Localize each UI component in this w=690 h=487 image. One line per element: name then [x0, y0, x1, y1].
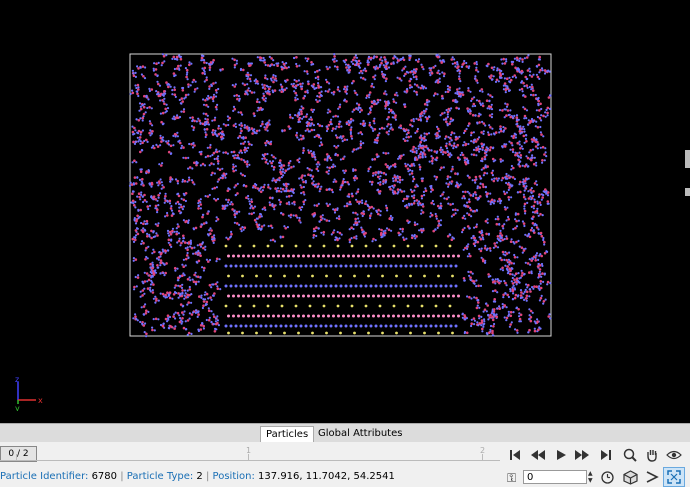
water-molecules — [128, 53, 552, 338]
pick-arrow-icon — [646, 471, 659, 483]
viewport-edge-marker-2 — [685, 188, 690, 196]
3d-viewport[interactable]: z x y — [0, 0, 690, 423]
timeline-tick-1 — [248, 454, 249, 461]
tab-particles[interactable]: Particles — [260, 426, 315, 442]
eye-orbit-icon — [666, 450, 682, 460]
previous-frame-button[interactable] — [528, 446, 548, 464]
status-separator: | — [120, 471, 124, 482]
play-button[interactable] — [551, 446, 571, 464]
pick-mode-button[interactable] — [642, 468, 662, 486]
current-frame-spinner[interactable]: 0 — [523, 470, 587, 484]
timeline-slider[interactable] — [0, 460, 500, 461]
tab-global-attributes[interactable]: Global Attributes — [313, 426, 407, 441]
next-frame-icon — [575, 450, 589, 460]
zoom-fit-icon — [667, 470, 681, 484]
play-icon — [557, 450, 566, 460]
axis-x-label: x — [38, 396, 43, 405]
position-label: Position: — [212, 471, 255, 482]
status-separator: | — [205, 471, 210, 482]
view-cube-icon — [622, 469, 638, 485]
particle-type-label: Particle Type: — [126, 471, 194, 482]
timeline-tick-0 — [16, 454, 17, 461]
jump-to-end-icon — [601, 450, 611, 460]
jump-to-start-icon — [510, 450, 520, 460]
axis-z-label: z — [15, 376, 19, 384]
view-type-button[interactable] — [620, 468, 640, 486]
crystal-slab — [224, 244, 460, 335]
position-value: 137.916, 11.7042, 54.2541 — [258, 471, 395, 482]
particle-identifier-label: Particle Identifier: — [0, 471, 89, 482]
particle-type-value: 2 — [196, 471, 203, 482]
timeline-label-2: 2 — [480, 446, 486, 455]
particle-identifier-value: 6780 — [91, 471, 118, 482]
clock-icon — [600, 470, 614, 484]
animation-panel: 0 / 2 1 2 Particle Identifier: 6780 | Pa… — [0, 442, 690, 487]
key-icon[interactable]: ⚿ — [507, 471, 516, 486]
zoom-to-fit-button[interactable] — [663, 467, 685, 487]
data-inspector-tabbar: Particles Global Attributes — [0, 423, 690, 442]
particle-scene — [128, 53, 552, 338]
viewport-edge-marker — [685, 150, 690, 168]
pan-button[interactable] — [642, 446, 662, 464]
orbit-button[interactable] — [664, 446, 684, 464]
spinner-arrows[interactable]: ▲ ▼ — [588, 470, 597, 484]
timeline-tick-2 — [482, 454, 483, 461]
pan-hand-icon — [647, 450, 657, 462]
status-bar: Particle Identifier: 6780 | Particle Typ… — [0, 471, 395, 482]
axis-y-label: y — [15, 404, 20, 411]
zoom-button[interactable] — [620, 446, 640, 464]
previous-frame-icon — [531, 450, 545, 460]
next-frame-button[interactable] — [572, 446, 592, 464]
timeline-label-1: 1 — [246, 446, 252, 455]
animation-settings-button[interactable] — [597, 468, 617, 486]
jump-to-start-button[interactable] — [505, 446, 525, 464]
jump-to-end-button[interactable] — [596, 446, 616, 464]
zoom-icon — [623, 448, 637, 462]
axis-tripod: z x y — [15, 376, 43, 411]
